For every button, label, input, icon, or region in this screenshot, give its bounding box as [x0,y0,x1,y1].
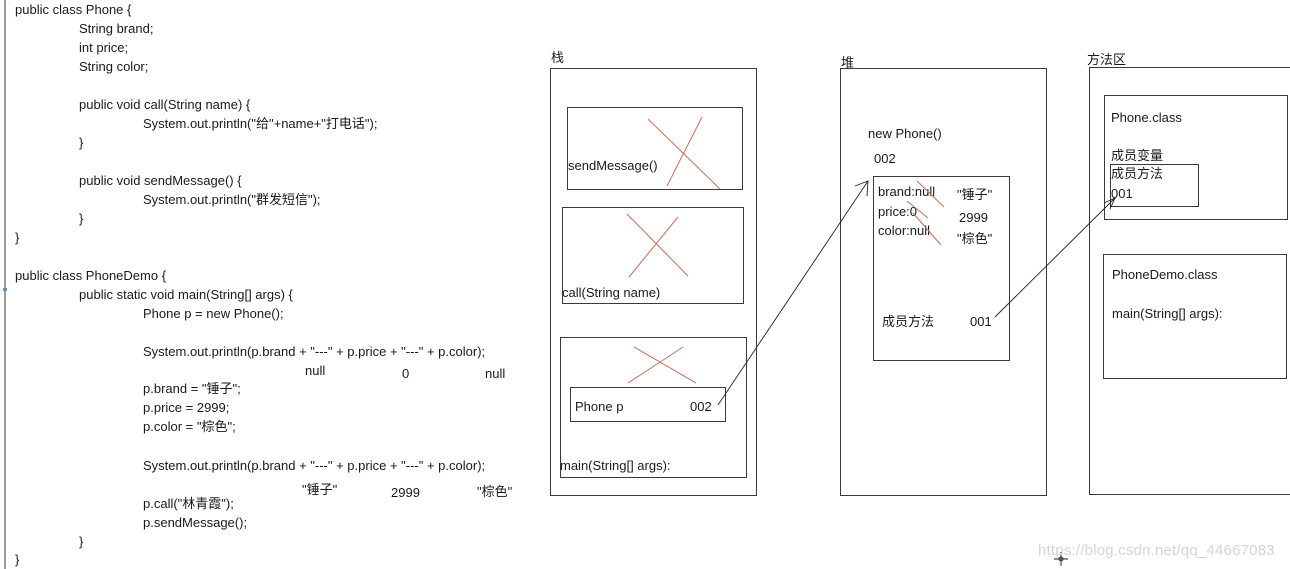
output-annotation-color: null [485,366,506,381]
code-line: int price; [79,40,129,55]
field-color: color:null [878,223,931,238]
code-line: } [79,135,84,150]
method-area-title: 方法区 [1087,52,1127,67]
code-line: p.brand = "锤子"; [143,381,241,396]
stack-frame-label: call(String name) [562,285,661,300]
methods-label: 成员方法 [1111,166,1164,181]
code-line: System.out.println("给"+name+"打电话"); [143,116,378,131]
code-line: String brand; [79,21,154,36]
left-margin-rule [4,0,6,569]
stack-frame-sendmessage [567,107,743,190]
class-method: main(String[] args): [1112,306,1223,321]
code-line: System.out.println("群发短信"); [143,192,321,207]
code-line: public void sendMessage() { [79,173,242,188]
methods-address: 001 [1111,186,1133,201]
code-line: Phone p = new Phone(); [143,306,284,321]
heap-methods-label: 成员方法 [882,314,935,329]
code-line: public void call(String name) { [79,97,251,112]
code-line: public static void main(String[] args) { [79,287,293,302]
stack-title: 栈 [551,50,565,65]
code-line: String color; [79,59,149,74]
output-annotation-color: "棕色" [477,484,513,499]
code-line: public class PhoneDemo { [15,268,167,283]
code-line: System.out.println(p.brand + "---" + p.p… [143,458,486,473]
class-name: Phone.class [1111,110,1182,125]
code-line: p.call("林青霞"); [143,496,234,511]
field-brand: brand:null [878,184,936,199]
code-line: p.color = "棕色"; [143,419,236,434]
field-price-new-value: 2999 [959,210,988,225]
heap-methods-ref: 001 [970,314,992,329]
output-annotation-price: 0 [402,366,410,381]
heap-object-address: 002 [874,151,896,166]
code-line: public class Phone { [15,2,132,17]
class-name: PhoneDemo.class [1112,267,1218,282]
code-line: } [15,230,20,245]
members-label: 成员变量 [1111,148,1164,163]
stack-frame-label: main(String[] args): [560,458,671,473]
output-annotation-brand: null [305,363,326,378]
code-line: } [79,211,84,226]
code-line: } [15,552,20,567]
output-annotation-brand: "锤子" [302,482,338,497]
output-annotation-price: 2999 [391,485,420,500]
heap-object-label: new Phone() [868,126,942,141]
stack-frame-label: sendMessage() [568,158,658,173]
code-line: p.sendMessage(); [143,515,248,530]
code-line: System.out.println(p.brand + "---" + p.p… [143,344,486,359]
field-brand-new-value: "锤子" [957,187,993,202]
margin-marker [3,288,7,291]
code-line: } [79,534,84,549]
field-color-new-value: "棕色" [957,231,993,246]
variable-value: 002 [690,399,712,414]
watermark: https://blog.csdn.net/qq_44667083 [1038,542,1275,559]
code-line: p.price = 2999; [143,400,230,415]
variable-name: Phone p [575,399,624,414]
field-price: price:0 [878,204,918,219]
